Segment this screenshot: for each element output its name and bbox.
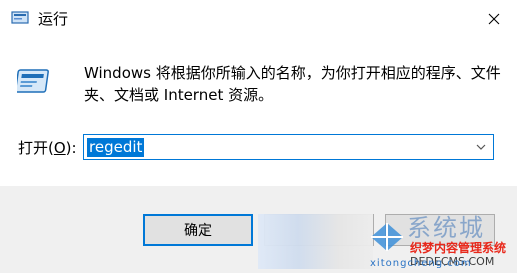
open-input[interactable]: regedit [87,138,145,157]
run-program-icon [14,66,53,98]
windows-logo-icon [367,217,407,257]
watermark-brand: 系统城 [407,214,485,242]
watermark-site-cn: 织梦内容管理系统 [410,241,507,255]
close-button[interactable] [471,0,517,38]
open-combobox[interactable]: regedit [83,134,494,160]
close-icon [488,13,500,25]
window-title: 运行 [38,10,69,28]
dialog-content: Windows 将根据你所输入的名称，为你打开相应的程序、文件夹、文档或 Int… [0,38,517,186]
ok-button[interactable]: 确定 [143,214,253,246]
watermark-url: xitongcheng.com [370,258,472,269]
blur-overlay [258,214,373,269]
open-label-accelerator: O [53,139,66,157]
title-bar: 运行 [0,0,517,38]
chevron-down-icon[interactable] [473,139,489,155]
run-app-icon [11,10,31,26]
dialog-description: Windows 将根据你所输入的名称，为你打开相应的程序、文件夹、文档或 Int… [84,64,501,104]
open-label: 打开(O): [18,139,77,157]
